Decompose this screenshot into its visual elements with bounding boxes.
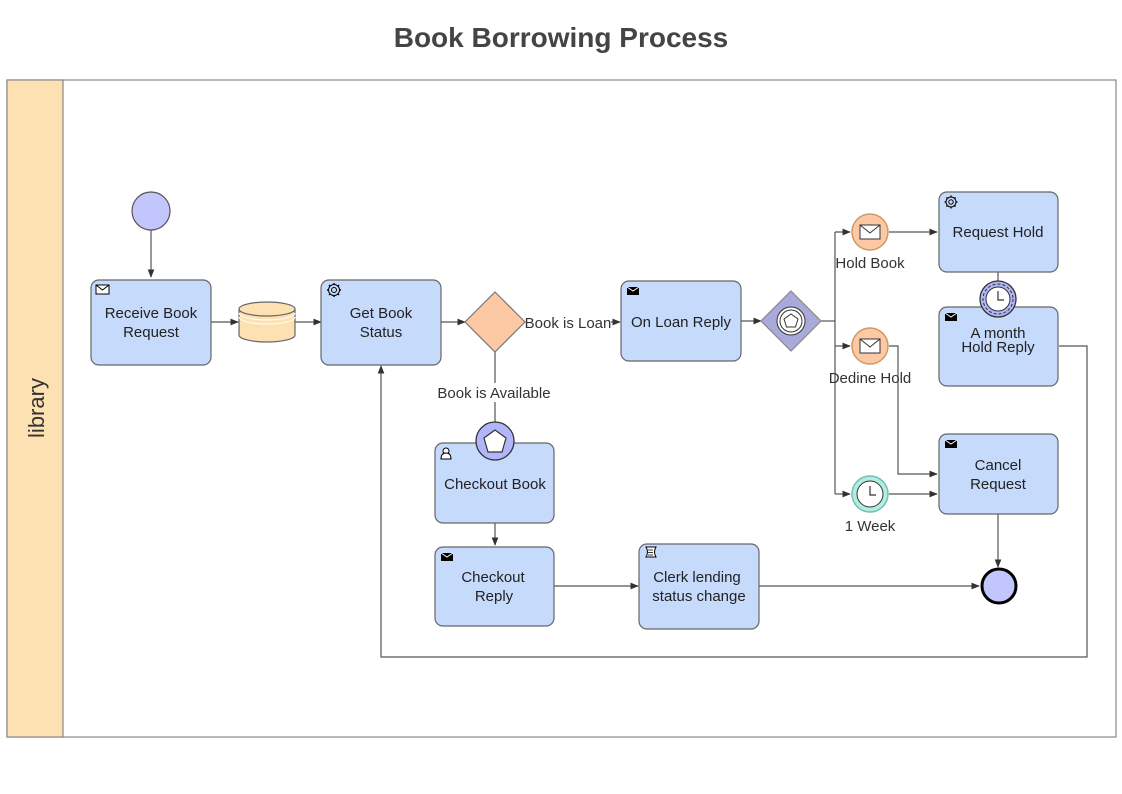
task-clerk-lending-status-change[interactable]: Clerk lending status change: [638, 543, 760, 630]
pool: library: [6, 79, 1117, 738]
start-event[interactable]: [131, 191, 171, 231]
timer-event-one-week[interactable]: [851, 475, 889, 513]
task-label: status change: [652, 588, 745, 605]
task-label: Reply: [475, 588, 514, 605]
task-month-hold-reply[interactable]: A month Hold Reply: [938, 306, 1059, 387]
task-label: Checkout: [461, 569, 525, 586]
task-get-book-status[interactable]: Get Book Status: [320, 279, 442, 366]
task-label: Request Hold: [953, 224, 1044, 241]
message-event-decline-hold[interactable]: [851, 327, 889, 365]
bpmn-canvas: library Receive Book Request Get Book St…: [6, 79, 1117, 738]
event-label: Hold Book: [835, 255, 905, 272]
envelope-outline-icon: [859, 224, 881, 240]
flow-label-book-is-loan: Book is Loan: [525, 315, 612, 332]
task-label: Get Book: [350, 305, 413, 322]
envelope-outline-icon: [95, 284, 110, 295]
task-on-loan-reply[interactable]: On Loan Reply: [620, 280, 742, 362]
script-icon: [645, 546, 657, 558]
clock-icon: [856, 480, 884, 508]
envelope-outline-icon: [859, 338, 881, 354]
end-event[interactable]: [980, 567, 1018, 605]
task-label: Checkout Book: [444, 476, 546, 493]
task-label: Clerk lending: [653, 569, 741, 586]
event-label: Dedine Hold: [829, 370, 912, 387]
flow-label-book-is-available: Book is Available: [437, 385, 550, 402]
task-cancel-request[interactable]: Cancel Request: [938, 433, 1059, 515]
task-label: Status: [360, 324, 403, 341]
envelope-filled-icon: [944, 439, 958, 448]
envelope-filled-icon: [944, 312, 958, 321]
envelope-filled-icon: [440, 552, 454, 561]
task-label: Hold Reply: [961, 339, 1035, 356]
task-label: Request: [123, 324, 180, 341]
envelope-filled-icon: [626, 286, 640, 295]
task-checkout-reply[interactable]: Checkout Reply: [434, 546, 555, 627]
task-label: Cancel: [975, 457, 1022, 474]
task-label: On Loan Reply: [631, 314, 732, 331]
task-receive-book-request[interactable]: Receive Book Request: [90, 279, 212, 366]
clock-icon: [985, 286, 1011, 312]
lane-label: library: [24, 378, 49, 438]
task-request-hold[interactable]: Request Hold: [938, 191, 1059, 273]
event-label: 1 Week: [845, 518, 896, 535]
task-label: Receive Book: [105, 305, 198, 322]
task-label: Request: [970, 476, 1027, 493]
boundary-event-checkout[interactable]: [475, 421, 515, 461]
data-store[interactable]: [238, 301, 296, 343]
timer-boundary-event[interactable]: [979, 280, 1017, 318]
message-event-hold-book[interactable]: [851, 213, 889, 251]
